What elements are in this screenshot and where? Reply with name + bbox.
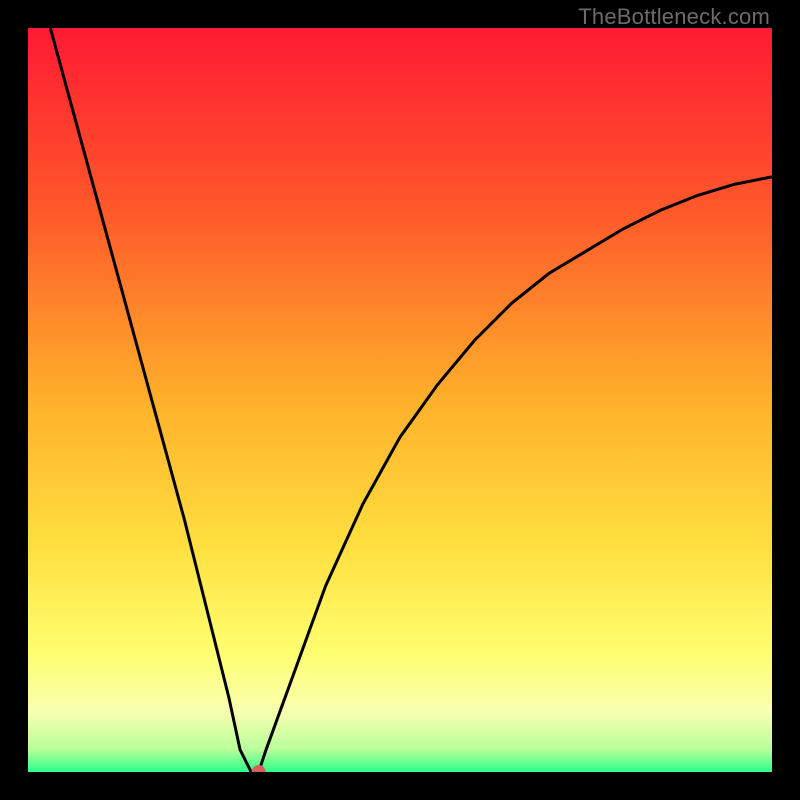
gradient-background — [28, 28, 772, 772]
watermark-text: TheBottleneck.com — [578, 4, 770, 30]
chart-frame — [28, 28, 772, 772]
bottleneck-chart — [28, 28, 772, 772]
